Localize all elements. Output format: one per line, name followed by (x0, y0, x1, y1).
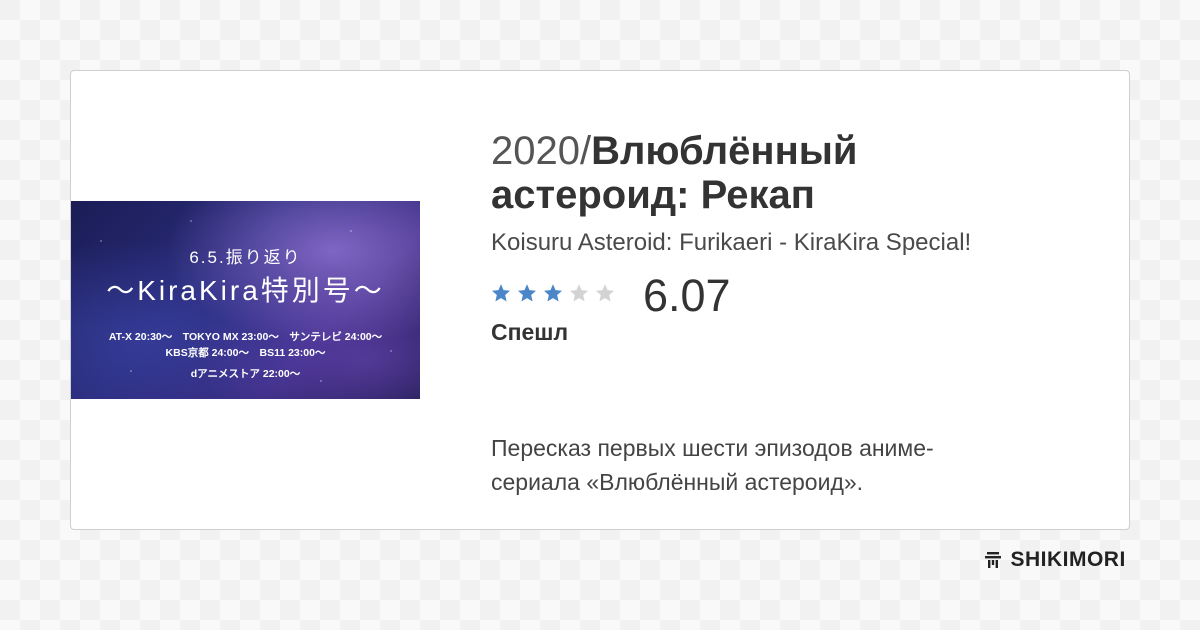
anime-description: Пересказ первых шести эпизодов аниме-сер… (491, 435, 934, 495)
poster-line-5: dアニメストア 22:00〜 (190, 368, 301, 380)
poster-line-3: AT-X 20:30〜 TOKYO MX 23:00〜 サンテレビ 24:00〜 (108, 331, 383, 343)
anime-card: 6.5.振り返り 〜KiraKira特別号〜 AT-X 20:30〜 TOKYO… (70, 70, 1130, 530)
star-empty-icon (595, 283, 615, 303)
anime-original-title: Koisuru Asteroid: Furikaeri - KiraKira S… (491, 229, 972, 256)
shikimori-logo-icon (984, 551, 1002, 569)
star-filled-icon (491, 283, 511, 303)
rating-stars (491, 283, 621, 307)
star-filled-icon (517, 283, 537, 303)
poster-line-4: KBS京都 24:00〜 BS11 23:00〜 (165, 347, 326, 359)
shikimori-logo[interactable]: SHIKIMORI (984, 548, 1126, 572)
anime-poster[interactable]: 6.5.振り返り 〜KiraKira特別号〜 AT-X 20:30〜 TOKYO… (71, 201, 420, 399)
shikimori-logo-text: SHIKIMORI (1010, 548, 1126, 571)
anime-title[interactable]: 2020/Влюблённый астероид: Рекап (491, 129, 1011, 217)
star-filled-icon (543, 283, 563, 303)
star-empty-icon (569, 283, 589, 303)
poster-line-1: 6.5.振り返り (189, 248, 302, 267)
rating-score: 6.07 (643, 270, 731, 321)
anime-kind: Спешл (491, 319, 569, 345)
poster-line-2: 〜KiraKira特別号〜 (106, 275, 385, 306)
anime-year: 2020/ (491, 129, 592, 173)
